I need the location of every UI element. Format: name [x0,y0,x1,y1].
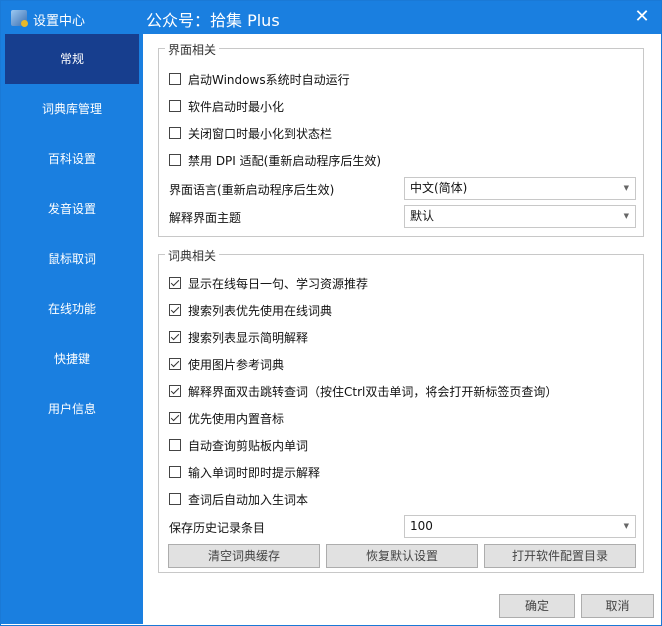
history-value: 100 [410,519,433,533]
dict-group: 词典相关 显示在线每日一句、学习资源推荐 搜索列表优先使用在线词典 搜索列表显示… [158,247,644,573]
open-config-dir-button[interactable]: 打开软件配置目录 [484,544,636,568]
close-icon[interactable]: ✕ [631,6,653,27]
option-label: 关闭窗口时最小化到状态栏 [188,126,333,141]
app-title: 设置中心 [33,14,86,29]
history-select[interactable]: 100 ▼ [404,515,636,538]
ui-group: 界面相关 启动Windows系统时自动运行 软件启动时最小化 关闭窗口时最小化到… [158,41,644,237]
language-label: 界面语言(重新启动程序后生效) [169,183,335,197]
language-select[interactable]: 中文(简体) ▼ [404,177,636,200]
chevron-down-icon: ▼ [623,184,629,192]
checkbox[interactable] [169,277,181,289]
option-label: 启动Windows系统时自动运行 [188,72,350,87]
theme-value: 默认 [410,209,435,223]
chevron-down-icon: ▼ [623,212,629,220]
checkbox[interactable] [169,358,181,370]
sidebar: 常规 词典库管理 百科设置 发音设置 鼠标取词 在线功能 快捷键 用户信息 [1,34,143,624]
option-label: 搜索列表优先使用在线词典 [188,303,333,318]
language-value: 中文(简体) [410,181,468,195]
option-label: 使用图片参考词典 [188,357,285,372]
checkbox[interactable] [169,304,181,316]
option-double-click-lookup[interactable]: 解释界面双击跳转查词（按住Ctrl双击单词，将会打开新标签页查询） [169,382,557,400]
settings-window: 设置中心 公众号：拾集 Plus ✕ 常规 词典库管理 百科设置 发音设置 鼠标… [0,0,662,626]
option-auto-wordbook[interactable]: 查词后自动加入生词本 [169,490,308,508]
option-label: 解释界面双击跳转查词（按住Ctrl双击单词，将会打开新标签页查询） [188,384,558,399]
sidebar-item-online[interactable]: 在线功能 [5,284,139,334]
checkbox[interactable] [169,412,181,424]
app-icon [11,10,28,27]
option-minimize-to-tray[interactable]: 关闭窗口时最小化到状态栏 [169,124,332,142]
cancel-button[interactable]: 取消 [581,594,654,618]
sidebar-item-mouse-capture[interactable]: 鼠标取词 [5,234,139,284]
checkbox[interactable] [169,385,181,397]
checkbox[interactable] [169,331,181,343]
option-label: 自动查询剪贴板内单词 [188,438,309,453]
sidebar-item-user-info[interactable]: 用户信息 [5,384,139,434]
sidebar-item-encyclopedia[interactable]: 百科设置 [5,134,139,184]
option-disable-dpi[interactable]: 禁用 DPI 适配(重新启动程序后生效) [169,151,381,169]
chevron-down-icon: ▼ [623,522,629,530]
history-label: 保存历史记录条目 [169,521,266,535]
sidebar-item-general[interactable]: 常规 [5,34,139,84]
clear-cache-button[interactable]: 清空词典缓存 [168,544,320,568]
option-label: 输入单词时即时提示解释 [188,465,321,480]
option-label: 查词后自动加入生词本 [188,492,309,507]
option-image-dict[interactable]: 使用图片参考词典 [169,355,284,373]
sidebar-item-pronunciation[interactable]: 发音设置 [5,184,139,234]
option-online-dict-first[interactable]: 搜索列表优先使用在线词典 [169,301,332,319]
checkbox[interactable] [169,493,181,505]
option-clipboard-lookup[interactable]: 自动查询剪贴板内单词 [169,436,308,454]
option-builtin-phonetics[interactable]: 优先使用内置音标 [169,409,284,427]
option-label: 软件启动时最小化 [188,99,285,114]
option-label: 搜索列表显示简明解释 [188,330,309,345]
option-brief-explanation[interactable]: 搜索列表显示简明解释 [169,328,308,346]
checkbox[interactable] [169,154,181,166]
ui-group-title: 界面相关 [165,41,220,58]
theme-label: 解释界面主题 [169,211,242,225]
checkbox[interactable] [169,466,181,478]
checkbox[interactable] [169,127,181,139]
option-autostart[interactable]: 启动Windows系统时自动运行 [169,70,350,88]
checkbox[interactable] [169,439,181,451]
ok-button[interactable]: 确定 [499,594,575,618]
option-label: 优先使用内置音标 [188,411,285,426]
title-bar: 设置中心 公众号：拾集 Plus ✕ [1,1,661,34]
header-title: 公众号：拾集 Plus [146,11,280,30]
option-label: 禁用 DPI 适配(重新启动程序后生效) [188,153,382,168]
theme-select[interactable]: 默认 ▼ [404,205,636,228]
checkbox[interactable] [169,73,181,85]
option-label: 显示在线每日一句、学习资源推荐 [188,276,369,291]
checkbox[interactable] [169,100,181,112]
option-start-minimized[interactable]: 软件启动时最小化 [169,97,284,115]
sidebar-item-hotkeys[interactable]: 快捷键 [5,334,139,384]
option-instant-hint[interactable]: 输入单词时即时提示解释 [169,463,320,481]
dict-group-title: 词典相关 [165,247,220,264]
sidebar-item-dictionary-library[interactable]: 词典库管理 [5,84,139,134]
option-daily-sentence[interactable]: 显示在线每日一句、学习资源推荐 [169,274,368,292]
restore-defaults-button[interactable]: 恢复默认设置 [326,544,478,568]
